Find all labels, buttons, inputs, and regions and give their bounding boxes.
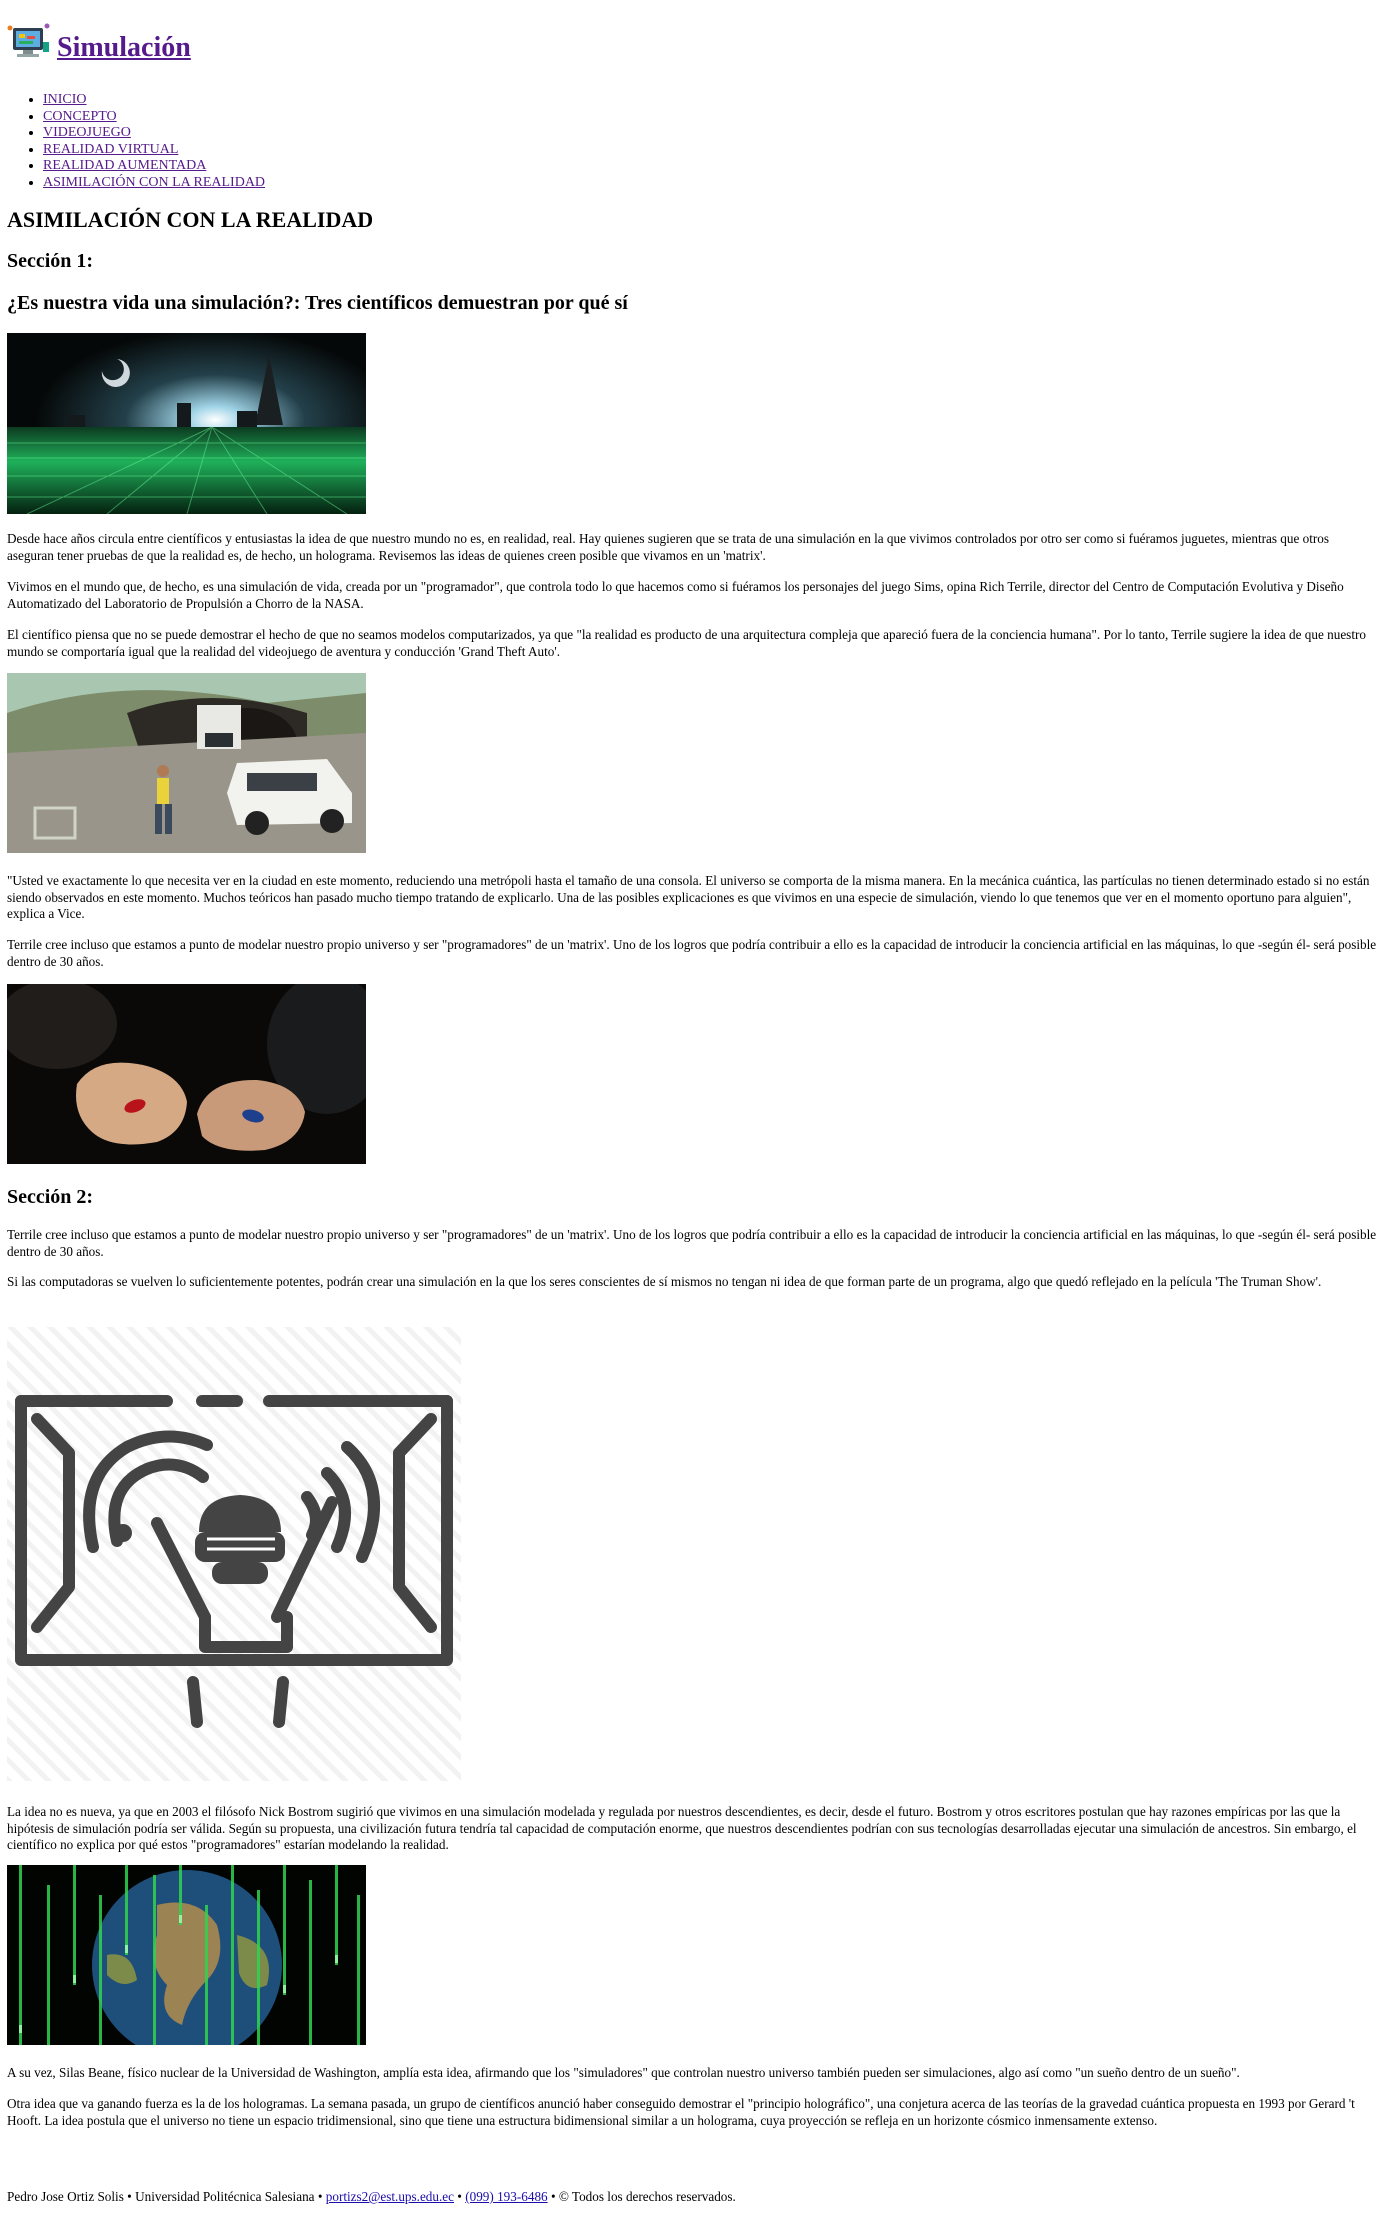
nav-item-realidad-aumentada: REALIDAD AUMENTADA — [43, 158, 265, 175]
nav-link-realidad-virtual[interactable]: REALIDAD VIRTUAL — [43, 142, 178, 157]
gta-game-image — [7, 673, 366, 853]
section-2-heading: Sección 2: — [7, 1186, 94, 1208]
nav-link-realidad-aumentada[interactable]: REALIDAD AUMENTADA — [43, 158, 206, 173]
site-title-text[interactable]: Simulación — [57, 32, 191, 63]
section-2-paragraph-5: Otra idea que va ganando fuerza es la de… — [7, 2096, 1355, 2128]
nav-item-asimilacion: ASIMILACIÓN CON LA REALIDAD — [43, 175, 265, 192]
section-1-paragraph-4: "Usted ve exactamente lo que necesita ve… — [7, 873, 1370, 921]
footer-separator: • — [123, 2189, 136, 2204]
red-blue-pill-image — [7, 984, 366, 1164]
nav-item-inicio: INICIO — [43, 92, 265, 109]
matrix-city-image — [7, 333, 366, 514]
section-1-paragraph-1: Desde hace años circula entre científico… — [7, 531, 1329, 563]
section-2-paragraph-1: Terrile cree incluso que estamos a punto… — [7, 1227, 1377, 1259]
matrix-earth-image — [7, 1865, 366, 2045]
nav-item-concepto: CONCEPTO — [43, 109, 265, 126]
footer-separator: • — [547, 2189, 559, 2204]
footer-author: Pedro Jose Ortiz Solis — [7, 2189, 124, 2204]
nav-link-concepto[interactable]: CONCEPTO — [43, 109, 117, 124]
nav-item-videojuego: VIDEOJUEGO — [43, 125, 265, 142]
footer-email-link[interactable]: portizs2@est.ups.edu.ec — [326, 2189, 454, 2204]
site-title-link[interactable]: Simulación — [7, 22, 191, 64]
footer-separator: • — [314, 2189, 326, 2204]
section-1-paragraph-3: El científico piensa que no se puede dem… — [7, 627, 1366, 659]
nav-item-realidad-virtual: REALIDAD VIRTUAL — [43, 142, 265, 159]
section-1-paragraph-2: Vivimos en el mundo que, de hecho, es un… — [7, 579, 1344, 611]
footer-phone-link[interactable]: (099) 193-6486 — [465, 2189, 547, 2204]
footer-copyright: © Todos los derechos reservados. — [558, 2189, 736, 2204]
nav-link-asimilacion[interactable]: ASIMILACIÓN CON LA REALIDAD — [43, 175, 265, 190]
section-2-paragraph-4: A su vez, Silas Beane, físico nuclear de… — [7, 2065, 1240, 2080]
nav-link-inicio[interactable]: INICIO — [43, 92, 87, 107]
footer-separator: • — [454, 2189, 466, 2204]
section-1-paragraph-5: Terrile cree incluso que estamos a punto… — [7, 937, 1377, 969]
footer: Pedro Jose Ortiz Solis • Universidad Pol… — [7, 2189, 736, 2205]
page-title: ASIMILACIÓN CON LA REALIDAD — [7, 207, 374, 232]
section-1-heading: Sección 1: — [7, 250, 94, 272]
section-2-paragraph-2: Si las computadoras se vuelven lo sufici… — [7, 1274, 1322, 1289]
main-nav: INICIO CONCEPTO VIDEOJUEGO REALIDAD VIRT… — [22, 92, 265, 192]
footer-university: Universidad Politécnica Salesiana — [135, 2189, 315, 2204]
section-2-paragraph-3: La idea no es nueva, ya que en 2003 el f… — [7, 1804, 1357, 1852]
computer-logo-icon — [7, 22, 51, 60]
section-1-subheading: ¿Es nuestra vida una simulación?: Tres c… — [7, 292, 628, 314]
vr-user-icon-image — [7, 1327, 461, 1781]
nav-link-videojuego[interactable]: VIDEOJUEGO — [43, 125, 131, 140]
